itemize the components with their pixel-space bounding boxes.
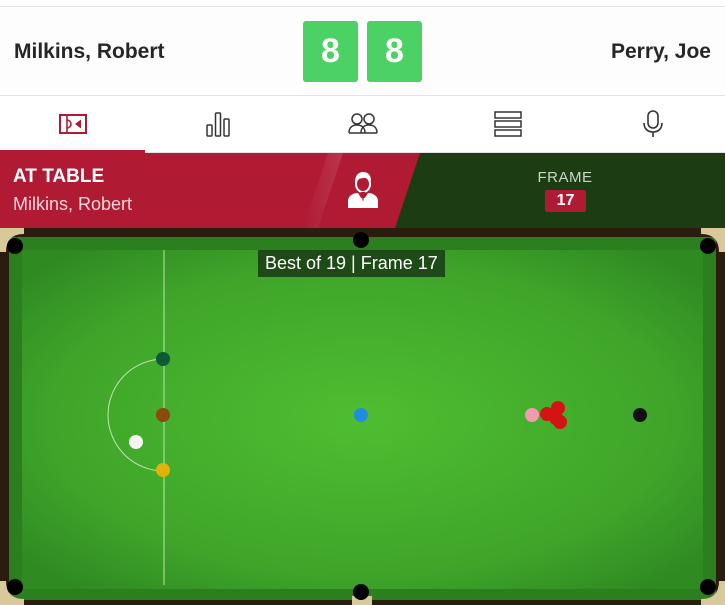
blue-ball (354, 408, 368, 422)
head-to-head-icon (347, 111, 379, 137)
table-icon (58, 112, 88, 136)
tab-head-to-head[interactable] (290, 96, 435, 152)
scoreboard: Milkins, Robert 8 8 Perry, Joe (0, 7, 725, 95)
red-ball (553, 415, 567, 429)
pocket-top-right (700, 238, 716, 254)
pink-ball (525, 408, 539, 422)
tab-table[interactable] (0, 96, 145, 153)
tab-stats[interactable] (145, 96, 290, 152)
referee-icon (344, 170, 382, 215)
pocket-bottom-left (7, 579, 23, 595)
score-right: 8 (367, 21, 422, 82)
black-ball (633, 408, 647, 422)
tab-bar (0, 95, 725, 153)
frame-label: FRAME (537, 169, 593, 186)
at-table-label: AT TABLE (13, 166, 105, 187)
at-table-player: Milkins, Robert (13, 194, 133, 214)
frame-number: 17 (545, 190, 586, 212)
tab-commentary[interactable] (580, 96, 725, 152)
pocket-top-middle (353, 232, 369, 248)
player-left-name[interactable]: Milkins, Robert (14, 40, 165, 64)
frame-list-icon (493, 110, 523, 138)
score-left: 8 (303, 21, 358, 82)
cue-ball (129, 435, 143, 449)
snooker-table (0, 228, 725, 605)
pocket-top-left (7, 238, 23, 254)
player-right-name[interactable]: Perry, Joe (611, 40, 711, 64)
commentary-icon (641, 109, 665, 139)
green-ball (156, 352, 170, 366)
pocket-bottom-middle (353, 584, 369, 600)
pocket-bottom-right (700, 579, 716, 595)
match-caption: Best of 19 | Frame 17 (258, 250, 445, 277)
stats-icon (204, 110, 232, 138)
brown-ball (156, 408, 170, 422)
tab-frames[interactable] (435, 96, 580, 152)
yellow-ball (156, 463, 170, 477)
